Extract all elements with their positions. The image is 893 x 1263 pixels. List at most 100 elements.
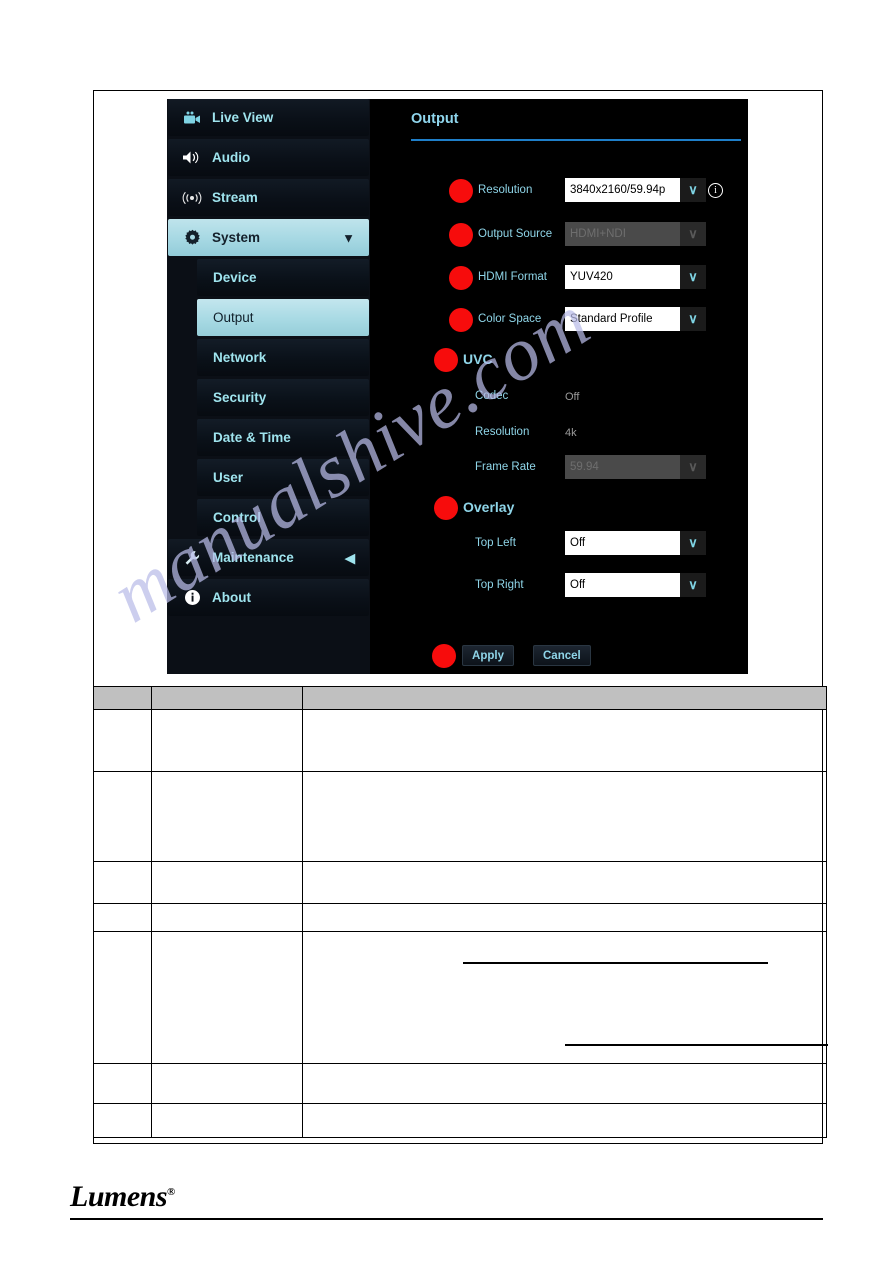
sidebar-item-user[interactable]: User	[197, 459, 369, 496]
color-space-value[interactable]: Standard Profile	[565, 307, 680, 331]
sidebar-item-control[interactable]: Control	[197, 499, 369, 536]
field-label: HDMI Format	[478, 271, 547, 283]
hdmi-format-value[interactable]: YUV420	[565, 265, 680, 289]
callout-marker-5	[434, 348, 458, 372]
form-row-uvc-frame-rate: Frame Rate 59.94 ∨	[370, 455, 748, 481]
form-row-resolution: Resolution 3840x2160/59.94p ∨ i	[370, 178, 748, 204]
table-row	[93, 1063, 827, 1104]
wrench-icon	[181, 549, 203, 567]
speaker-icon	[181, 149, 203, 167]
sidebar-label: Live View	[212, 110, 274, 125]
table-cell-no	[93, 709, 152, 772]
table-cell-desc	[302, 1063, 827, 1104]
table-row	[93, 861, 827, 904]
field-label: Color Space	[478, 313, 542, 325]
table-cell-no	[93, 1063, 152, 1104]
table-cell-no	[93, 931, 152, 1064]
table-header-cell-2	[151, 686, 303, 710]
top-left-select[interactable]: Off ∨	[565, 531, 706, 555]
field-label: Resolution	[475, 426, 530, 438]
field-label: Frame Rate	[475, 461, 536, 473]
info-icon[interactable]: i	[708, 183, 723, 198]
sidebar-label: Stream	[212, 190, 258, 205]
table-cell-desc	[302, 1103, 827, 1138]
content-panel: Output Resolution 3840x2160/59.94p ∨ i O…	[370, 99, 748, 674]
frame-rate-value[interactable]: 59.94	[565, 455, 680, 479]
chevron-down-icon[interactable]: ∨	[680, 455, 706, 479]
callout-marker-1	[449, 179, 473, 203]
video-camera-icon	[181, 109, 203, 127]
color-space-select[interactable]: Standard Profile ∨	[565, 307, 706, 331]
hdmi-format-select[interactable]: YUV420 ∨	[565, 265, 706, 289]
chevron-down-icon[interactable]: ∨	[680, 531, 706, 555]
form-row-color-space: Color Space Standard Profile ∨	[370, 307, 748, 333]
table-cell-desc	[302, 861, 827, 904]
lumens-logo: Lumens®	[70, 1180, 175, 1214]
sidebar-label: Maintenance	[212, 550, 294, 565]
top-right-select[interactable]: Off ∨	[565, 573, 706, 597]
resolution-select[interactable]: 3840x2160/59.94p ∨	[565, 178, 706, 202]
table-body	[93, 709, 828, 1138]
apply-button[interactable]: Apply	[462, 645, 514, 666]
device-web-ui: Live View Audio Stream System ▼ Device O…	[167, 99, 748, 674]
output-source-select[interactable]: HDMI+NDI ∨	[565, 222, 706, 246]
sidebar-item-date-time[interactable]: Date & Time	[197, 419, 369, 456]
section-title-uvc: UVC	[463, 351, 493, 367]
sidebar-label: Device	[213, 270, 257, 285]
sidebar-item-maintenance[interactable]: Maintenance ◀	[168, 539, 369, 576]
section-title-overlay: Overlay	[463, 499, 515, 515]
sidebar-item-system[interactable]: System ▼	[168, 219, 369, 256]
form-row-hdmi-format: HDMI Format YUV420 ∨	[370, 265, 748, 291]
output-source-value[interactable]: HDMI+NDI	[565, 222, 680, 246]
cancel-button[interactable]: Cancel	[533, 645, 591, 666]
chevron-down-icon[interactable]: ∨	[680, 573, 706, 597]
field-label: Codec	[475, 390, 509, 402]
sidebar-item-device[interactable]: Device	[197, 259, 369, 296]
sidebar-item-security[interactable]: Security	[197, 379, 369, 416]
section-uvc: UVC	[370, 347, 748, 373]
gear-icon	[181, 229, 203, 247]
table-cell-desc	[302, 709, 827, 772]
content-header: Output	[370, 99, 748, 142]
sidebar-label: Audio	[212, 150, 251, 165]
sidebar-item-stream[interactable]: Stream	[168, 179, 369, 216]
table-header-cell-3	[302, 686, 827, 710]
resolution-value[interactable]: 3840x2160/59.94p	[565, 178, 680, 202]
callout-marker-2	[449, 223, 473, 247]
table-cell-item	[151, 1103, 303, 1138]
top-left-value[interactable]: Off	[565, 531, 680, 555]
chevron-down-icon[interactable]: ∨	[680, 222, 706, 246]
title-underline	[411, 139, 741, 141]
sidebar-item-about[interactable]: About	[168, 579, 369, 616]
table-cell-item	[151, 861, 303, 904]
sidebar-label: Security	[213, 390, 267, 405]
sidebar-item-network[interactable]: Network	[197, 339, 369, 376]
table-row	[93, 931, 828, 1064]
field-label: Top Right	[475, 579, 524, 591]
info-circle-icon	[181, 589, 203, 607]
uvc-resolution-value: 4k	[565, 427, 577, 439]
form-row-output-source: Output Source HDMI+NDI ∨	[370, 222, 748, 248]
chevron-down-icon[interactable]: ∨	[680, 178, 706, 202]
form-row-uvc-resolution: Resolution 4k	[370, 420, 748, 446]
chevron-down-icon[interactable]: ∨	[680, 265, 706, 289]
callout-marker-4	[449, 308, 473, 332]
frame-rate-select[interactable]: 59.94 ∨	[565, 455, 706, 479]
field-label: Top Left	[475, 537, 516, 549]
sidebar-label: Network	[213, 350, 267, 365]
redaction-rule-2	[565, 1044, 828, 1046]
table-header-cell-1	[93, 686, 152, 710]
trademark-symbol: ®	[167, 1186, 175, 1198]
table-row	[93, 771, 827, 862]
chevron-down-icon[interactable]: ∨	[680, 307, 706, 331]
footer-underline	[70, 1218, 823, 1220]
top-right-value[interactable]: Off	[565, 573, 680, 597]
sidebar-item-audio[interactable]: Audio	[168, 139, 369, 176]
logo-text: Lumens	[70, 1180, 168, 1213]
sidebar-item-live-view[interactable]: Live View	[168, 99, 369, 136]
chevron-down-icon: ▼	[342, 230, 355, 245]
form-row-top-left: Top Left Off ∨	[370, 531, 748, 557]
page-footer: Lumens®	[70, 1180, 823, 1220]
sidebar-label: Control	[213, 510, 261, 525]
sidebar-item-output[interactable]: Output	[197, 299, 369, 336]
